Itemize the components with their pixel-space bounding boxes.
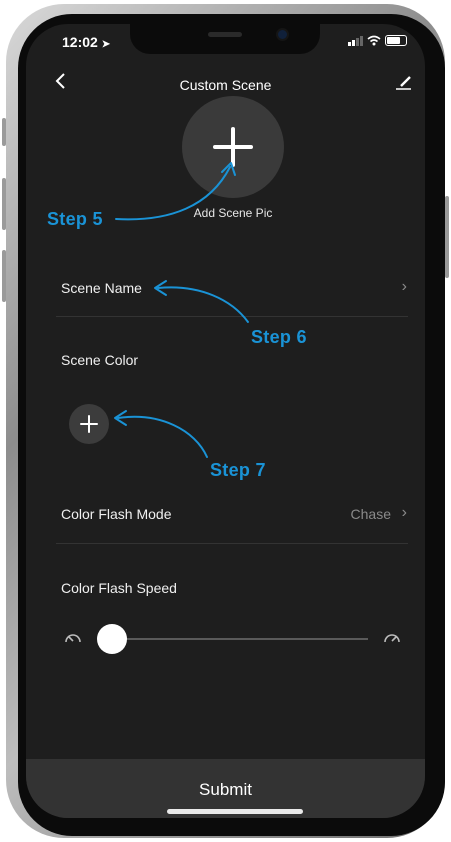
step6-annotation: Step 6 (251, 327, 307, 347)
annotation-arrows (114, 162, 249, 458)
step7-arrow (117, 415, 208, 458)
step6-arrow (157, 286, 249, 323)
step7-annotation: Step 7 (210, 460, 266, 480)
step5-annotation: Step 5 (47, 209, 103, 229)
step5-arrow (115, 166, 231, 221)
